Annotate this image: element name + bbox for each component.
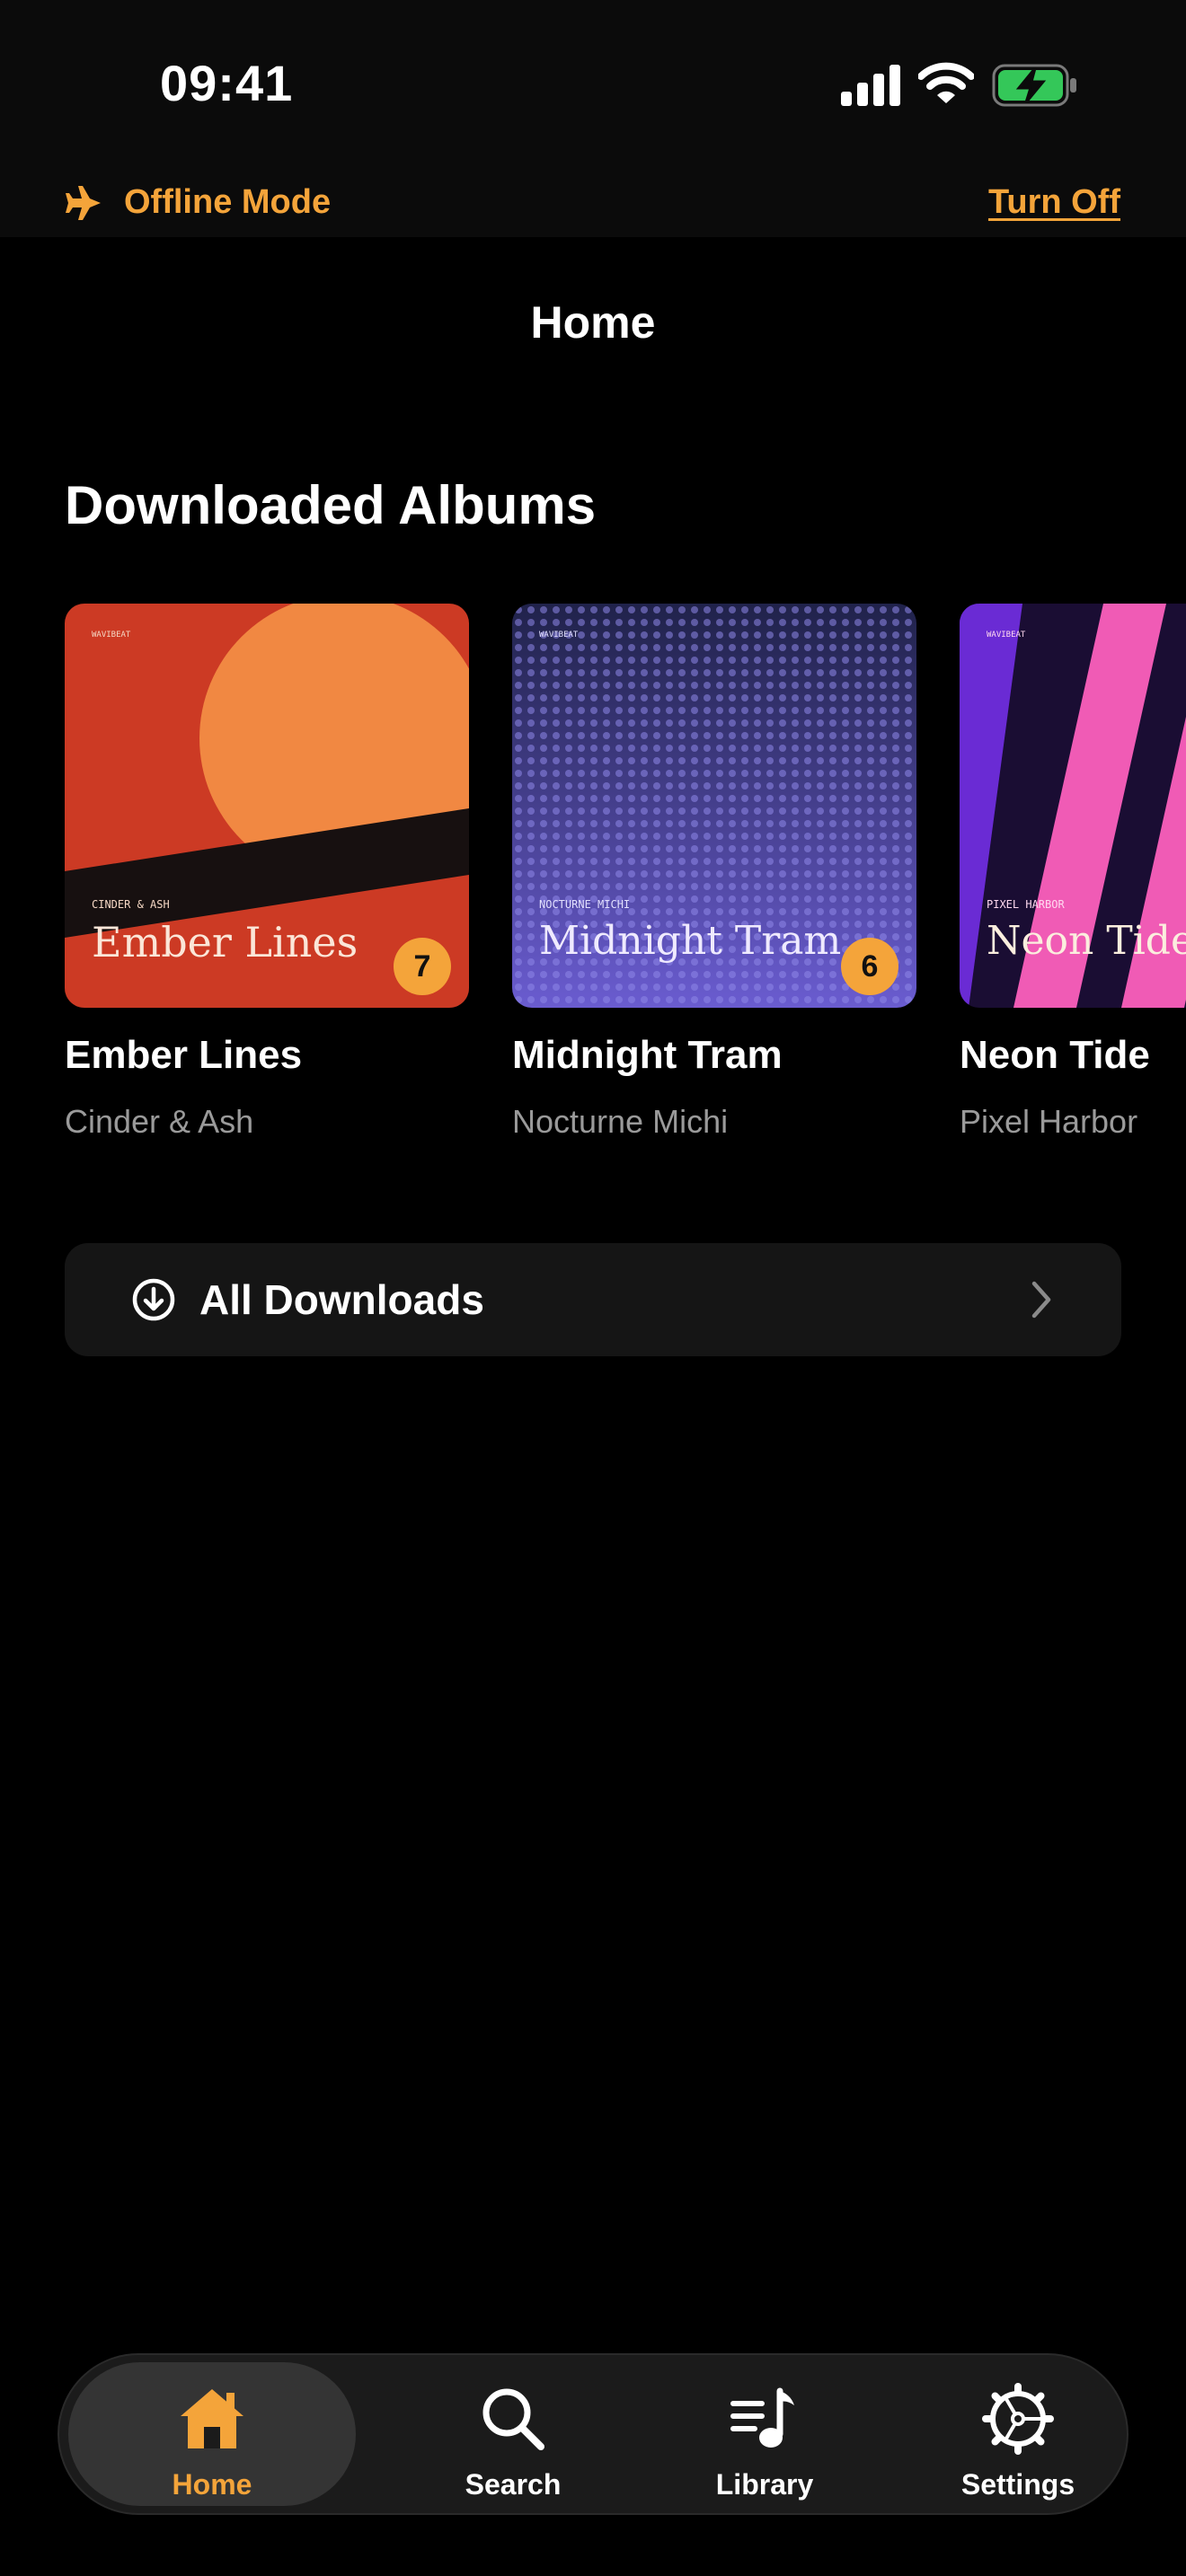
tab-home[interactable]: Home [68, 2362, 356, 2506]
tab-settings[interactable]: Settings [888, 2362, 1148, 2506]
tab-search[interactable]: Search [383, 2362, 643, 2506]
tab-library-label: Library [715, 2468, 814, 2501]
album-cover: WAVIBEAT CINDER & ASH Ember Lines 7 [65, 604, 469, 1008]
cover-brand: WAVIBEAT [539, 631, 579, 640]
album-card-ember-lines[interactable]: WAVIBEAT CINDER & ASH Ember Lines 7 Embe… [65, 604, 469, 1141]
tab-settings-label: Settings [960, 2468, 1075, 2501]
tab-home-label: Home [172, 2468, 252, 2501]
tab-library[interactable]: Library [634, 2362, 895, 2506]
album-title: Midnight Tram [512, 1033, 783, 1077]
cover-brand: WAVIBEAT [92, 631, 131, 640]
album-title: Neon Tide [960, 1033, 1150, 1077]
status-time: 09:41 [160, 55, 294, 111]
all-downloads-label: All Downloads [199, 1276, 484, 1323]
offline-mode-label: Offline Mode [124, 183, 332, 221]
album-cover: WAVIBEAT NOCTURNE MICHI Midnight Tram 6 [512, 604, 916, 1008]
download-circle-icon [132, 1278, 175, 1321]
cover-artist: CINDER & ASH [92, 898, 170, 911]
cellular-signal-icon [841, 65, 900, 106]
track-count-badge: 7 [394, 938, 451, 995]
album-artist: Cinder & Ash [65, 1103, 254, 1140]
track-count-badge: 6 [841, 938, 898, 995]
album-card-midnight-tram[interactable]: WAVIBEAT NOCTURNE MICHI Midnight Tram 6 … [512, 604, 916, 1141]
settings-icon [982, 2383, 1054, 2455]
album-cover: WAVIBEAT PIXEL HARBOR Neon Tide [960, 604, 1186, 1008]
album-card-neon-tide[interactable]: WAVIBEAT PIXEL HARBOR Neon Tide Neon Tid… [960, 604, 1186, 1141]
turn-off-offline-button[interactable]: Turn Off [988, 183, 1120, 222]
tab-search-label: Search [465, 2468, 562, 2501]
tab-bar: Home Search Library Settings [58, 2353, 1128, 2515]
cover-title: Ember Lines [92, 918, 358, 966]
cover-artist: NOCTURNE MICHI [539, 898, 631, 911]
album-artist: Nocturne Michi [512, 1103, 729, 1140]
wifi-icon [918, 62, 974, 103]
cover-artist: PIXEL HARBOR [987, 898, 1065, 911]
section-title-downloaded-albums: Downloaded Albums [65, 475, 597, 535]
home-icon [181, 2389, 243, 2448]
cover-title: Midnight Tram [539, 918, 842, 964]
battery-charging-icon [992, 64, 1076, 107]
airplane-icon [66, 186, 101, 220]
album-title: Ember Lines [65, 1033, 303, 1077]
library-icon [730, 2387, 794, 2448]
album-artist: Pixel Harbor [960, 1103, 1138, 1140]
cover-brand: WAVIBEAT [987, 631, 1026, 640]
search-icon [482, 2388, 544, 2450]
all-downloads-button[interactable]: All Downloads [65, 1243, 1121, 1356]
page-title: Home [530, 297, 656, 348]
chevron-right-icon [1031, 1281, 1051, 1319]
cover-title: Neon Tide [987, 918, 1186, 964]
